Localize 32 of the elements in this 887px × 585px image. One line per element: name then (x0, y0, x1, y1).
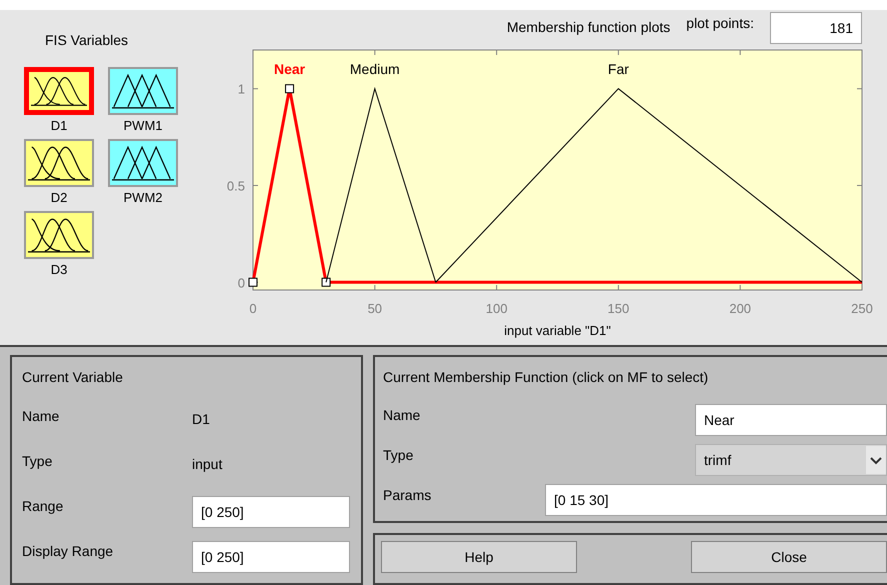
property-label: Name (383, 406, 420, 424)
plot-title: Membership function plots (506, 18, 670, 37)
property-label: Params (383, 486, 432, 504)
property-value: D1 (192, 410, 210, 429)
property-label: Range (22, 497, 64, 516)
x-tick-label: 250 (851, 301, 873, 316)
panel-title: Current Variable (22, 368, 124, 387)
x-tick-label: 0 (249, 301, 257, 316)
x-tick-label: 100 (486, 301, 508, 316)
y-tick-label: 1 (238, 82, 245, 97)
property-label: Type (383, 446, 414, 465)
variable-name: PWM2 (124, 189, 162, 207)
panel-title: Current Membership Function (click on MF to select) (383, 368, 710, 387)
membership-function-label: Far (608, 61, 629, 77)
plot-points-label: plot points: (686, 14, 754, 33)
panel-title: FIS Variables (45, 31, 129, 50)
variable-name: PWM1 (124, 117, 162, 135)
y-tick-label: 0.5 (226, 178, 245, 194)
property-label: Display Range (22, 542, 114, 561)
variable-name: D1 (50, 117, 68, 135)
property-value: input (192, 455, 222, 474)
membership-function-label: Near (274, 61, 306, 77)
x-tick-label: 150 (608, 301, 630, 316)
y-tick-label: 0 (238, 275, 245, 290)
variable-name: D3 (50, 261, 68, 279)
variable-name: D2 (50, 189, 68, 207)
x-tick-label: 50 (368, 301, 382, 316)
membership-function-label: Medium (350, 61, 400, 77)
x-tick-label: 200 (729, 301, 752, 316)
x-axis-label: input variable "D1" (504, 323, 611, 338)
property-label: Type (22, 452, 54, 471)
property-label: Name (22, 407, 60, 426)
